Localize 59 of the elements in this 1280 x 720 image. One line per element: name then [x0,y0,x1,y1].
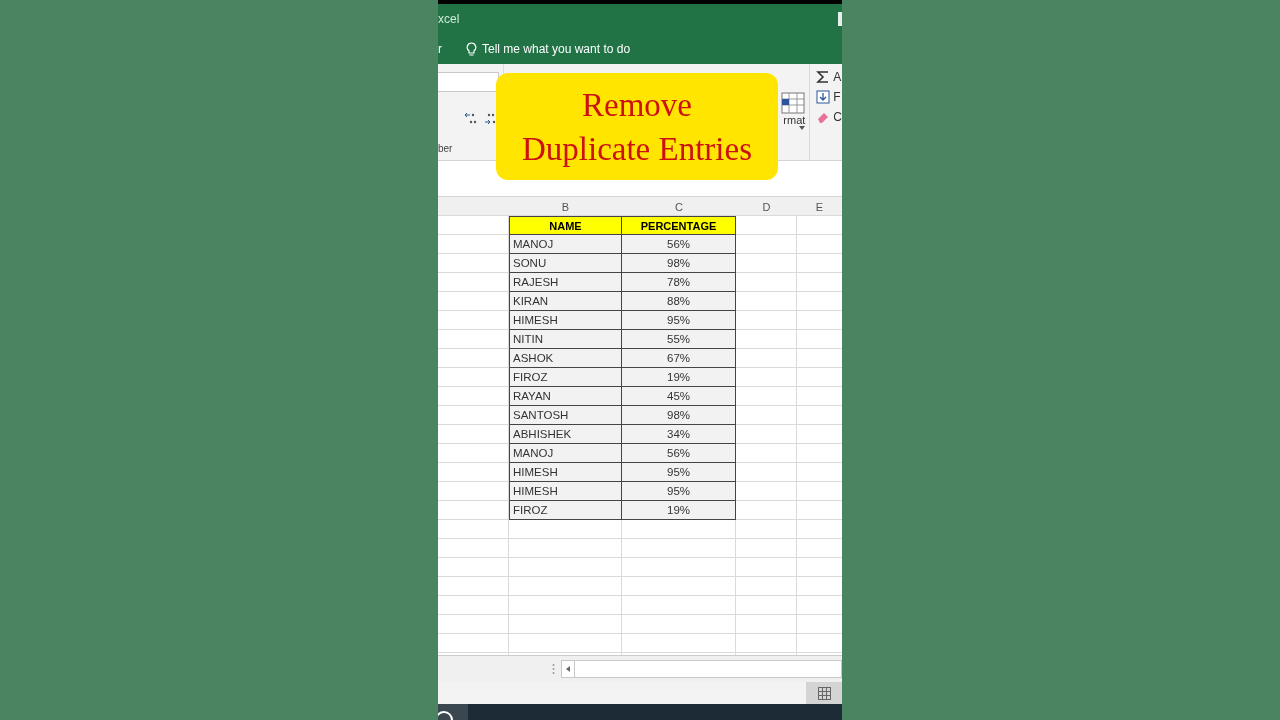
table-cell: HIMESH [509,463,622,482]
table-cell: 34% [622,425,736,444]
table-cell: 56% [622,444,736,463]
table-cell: 88% [622,292,736,311]
horizontal-scrollbar[interactable] [561,660,842,678]
column-header[interactable]: B [509,197,622,216]
column-header[interactable]: C [622,197,736,216]
table-cell: MANOJ [509,444,622,463]
table-cell: 95% [622,463,736,482]
table-cell: 98% [622,254,736,273]
table-cell: ASHOK [509,349,622,368]
table-header-cell: PERCENTAGE [622,216,736,235]
table-cell: 95% [622,482,736,501]
ribbon-tab[interactable]: r [438,42,442,56]
table-header-cell: NAME [509,216,622,235]
group-label: ber [438,143,454,154]
table-cell: 98% [622,406,736,425]
format-button[interactable]: rmat [783,114,806,126]
increase-decimal-icon[interactable] [464,110,478,125]
eraser-icon [816,110,831,124]
column-header[interactable]: E [797,197,842,216]
caret-icon [799,126,806,130]
caption-text: Remove [582,85,692,125]
table-cell: 95% [622,311,736,330]
table-cell: 45% [622,387,736,406]
editing-button[interactable]: F [833,90,841,104]
cell-grid[interactable]: B C D E NAME PERCENTAGE MANOJ 56% SONU 98% RAJESH 78% KIRAN 88% HIMESH 95% NITIN 55% ASHOK 67% FIROZ 19% RAYAN 45% SANTOSH 98% ABHISHEK 34% MANOJ 56% HIMESH 95% HIMESH 95% FIROZ 19% [438,197,842,655]
table-cell: HIMESH [509,311,622,330]
editing-button[interactable]: A [833,70,842,84]
table-cell: FIROZ [509,501,622,520]
table-cell: SANTOSH [509,406,622,425]
sum-icon [816,70,831,84]
table-cell: ABHISHEK [509,425,622,444]
table-cell: RAJESH [509,273,622,292]
table-cell: SONU [509,254,622,273]
table-cell: 55% [622,330,736,349]
table-cell: FIROZ [509,368,622,387]
table-cell: NITIN [509,330,622,349]
tell-me-field[interactable]: Tell me what you want to do [482,42,631,56]
table-cell: HIMESH [509,482,622,501]
table-cell: 56% [622,235,736,254]
editing-button[interactable]: C [833,110,842,124]
column-header[interactable]: D [736,197,797,216]
table-cell: RAYAN [509,387,622,406]
normal-view-button[interactable] [806,682,842,704]
caption-text: Duplicate Entries [522,129,752,169]
fill-down-icon [816,90,831,104]
table-cell: MANOJ [509,235,622,254]
table-cell: 19% [622,501,736,520]
split-handle-icon[interactable] [552,663,555,675]
scroll-left-icon[interactable] [566,666,570,672]
window-title: xcel [438,12,460,26]
table-cell: 78% [622,273,736,292]
table-format-icon [781,92,806,114]
lightbulb-icon [466,41,477,57]
grid-icon [817,686,831,700]
table-cell: 67% [622,349,736,368]
table-cell: 19% [622,368,736,387]
table-cell: KIRAN [509,292,622,311]
